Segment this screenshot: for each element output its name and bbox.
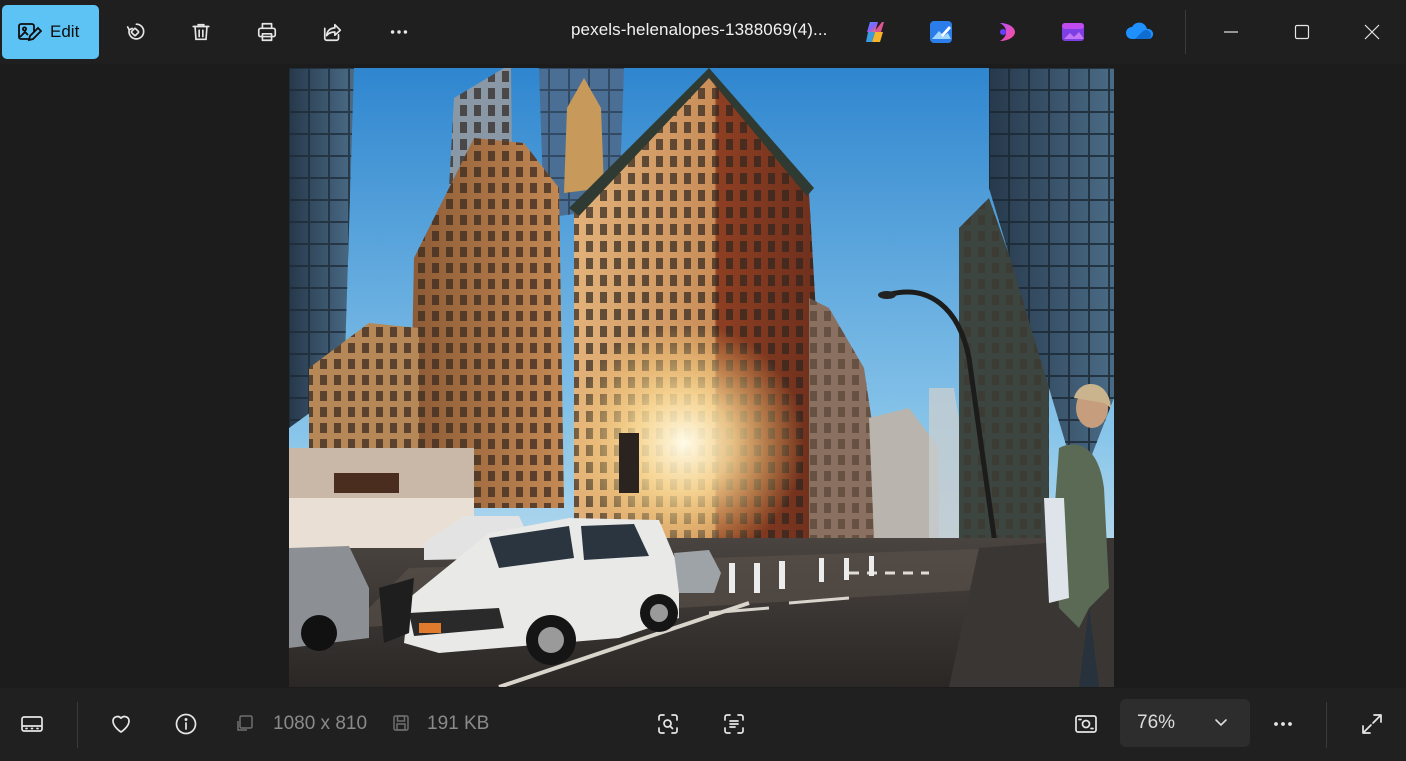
- chevron-down-icon: [1215, 719, 1227, 727]
- image-viewer[interactable]: [0, 64, 1406, 688]
- copilot-icon[interactable]: [862, 19, 888, 45]
- onedrive-icon[interactable]: [1124, 19, 1156, 45]
- minimize-icon: [1222, 23, 1240, 41]
- close-button[interactable]: [1338, 0, 1406, 64]
- visual-search-button[interactable]: [645, 702, 691, 746]
- scan-text-icon: [722, 712, 746, 736]
- top-toolbar: Edit pexels-helenalopes-1388069(4)...: [0, 0, 1406, 64]
- more-icon: [1271, 712, 1295, 736]
- favorite-button[interactable]: [98, 702, 144, 746]
- separator: [1326, 702, 1327, 748]
- info-icon: [174, 712, 198, 736]
- print-icon: [256, 21, 278, 43]
- share-button[interactable]: [309, 8, 357, 56]
- edit-button[interactable]: Edit: [2, 5, 99, 59]
- share-icon: [322, 21, 344, 43]
- more-options-button[interactable]: [375, 8, 423, 56]
- rotate-icon: [124, 21, 146, 43]
- separator: [1185, 10, 1186, 54]
- separator: [77, 702, 78, 748]
- file-info-button[interactable]: [163, 702, 209, 746]
- zoom-value: 76%: [1137, 712, 1176, 733]
- heart-icon: [109, 712, 133, 736]
- edit-image-icon: [16, 19, 42, 45]
- maximize-button[interactable]: [1268, 0, 1336, 64]
- photo-city-street[interactable]: [289, 68, 1114, 687]
- expand-icon: [1360, 712, 1384, 736]
- print-button[interactable]: [243, 8, 291, 56]
- scan-text-button[interactable]: [711, 702, 757, 746]
- zoom-dropdown[interactable]: 76%: [1120, 699, 1250, 747]
- more-icon: [388, 21, 410, 43]
- fullscreen-button[interactable]: [1349, 702, 1395, 746]
- delete-icon: [190, 21, 212, 43]
- more-options-bottom-button[interactable]: [1260, 702, 1306, 746]
- clipchamp-icon[interactable]: [994, 19, 1020, 45]
- edit-label: Edit: [50, 22, 80, 41]
- photos-editor-icon[interactable]: [928, 19, 954, 45]
- file-size-icon: [393, 715, 409, 731]
- city-street-image: [289, 68, 1114, 687]
- close-icon: [1363, 23, 1381, 41]
- file-size: 191 KB: [427, 713, 490, 734]
- minimize-button[interactable]: [1197, 0, 1265, 64]
- fit-to-window-button[interactable]: [1063, 702, 1109, 746]
- maximize-icon: [1293, 23, 1311, 41]
- dimensions-icon: [237, 715, 253, 731]
- visual-search-icon: [656, 712, 680, 736]
- image-dimensions: 1080 x 810: [273, 713, 368, 734]
- file-name: pexels-helenalopes-1388069(4)...: [571, 20, 828, 39]
- delete-button[interactable]: [177, 8, 225, 56]
- rotate-button[interactable]: [111, 8, 159, 56]
- filmstrip-icon: [20, 712, 44, 736]
- filmstrip-button[interactable]: [9, 702, 55, 746]
- designer-icon[interactable]: [1060, 19, 1086, 45]
- fit-screen-icon: [1074, 712, 1098, 736]
- bottom-toolbar: 1080 x 810 191 KB 76%: [0, 688, 1406, 761]
